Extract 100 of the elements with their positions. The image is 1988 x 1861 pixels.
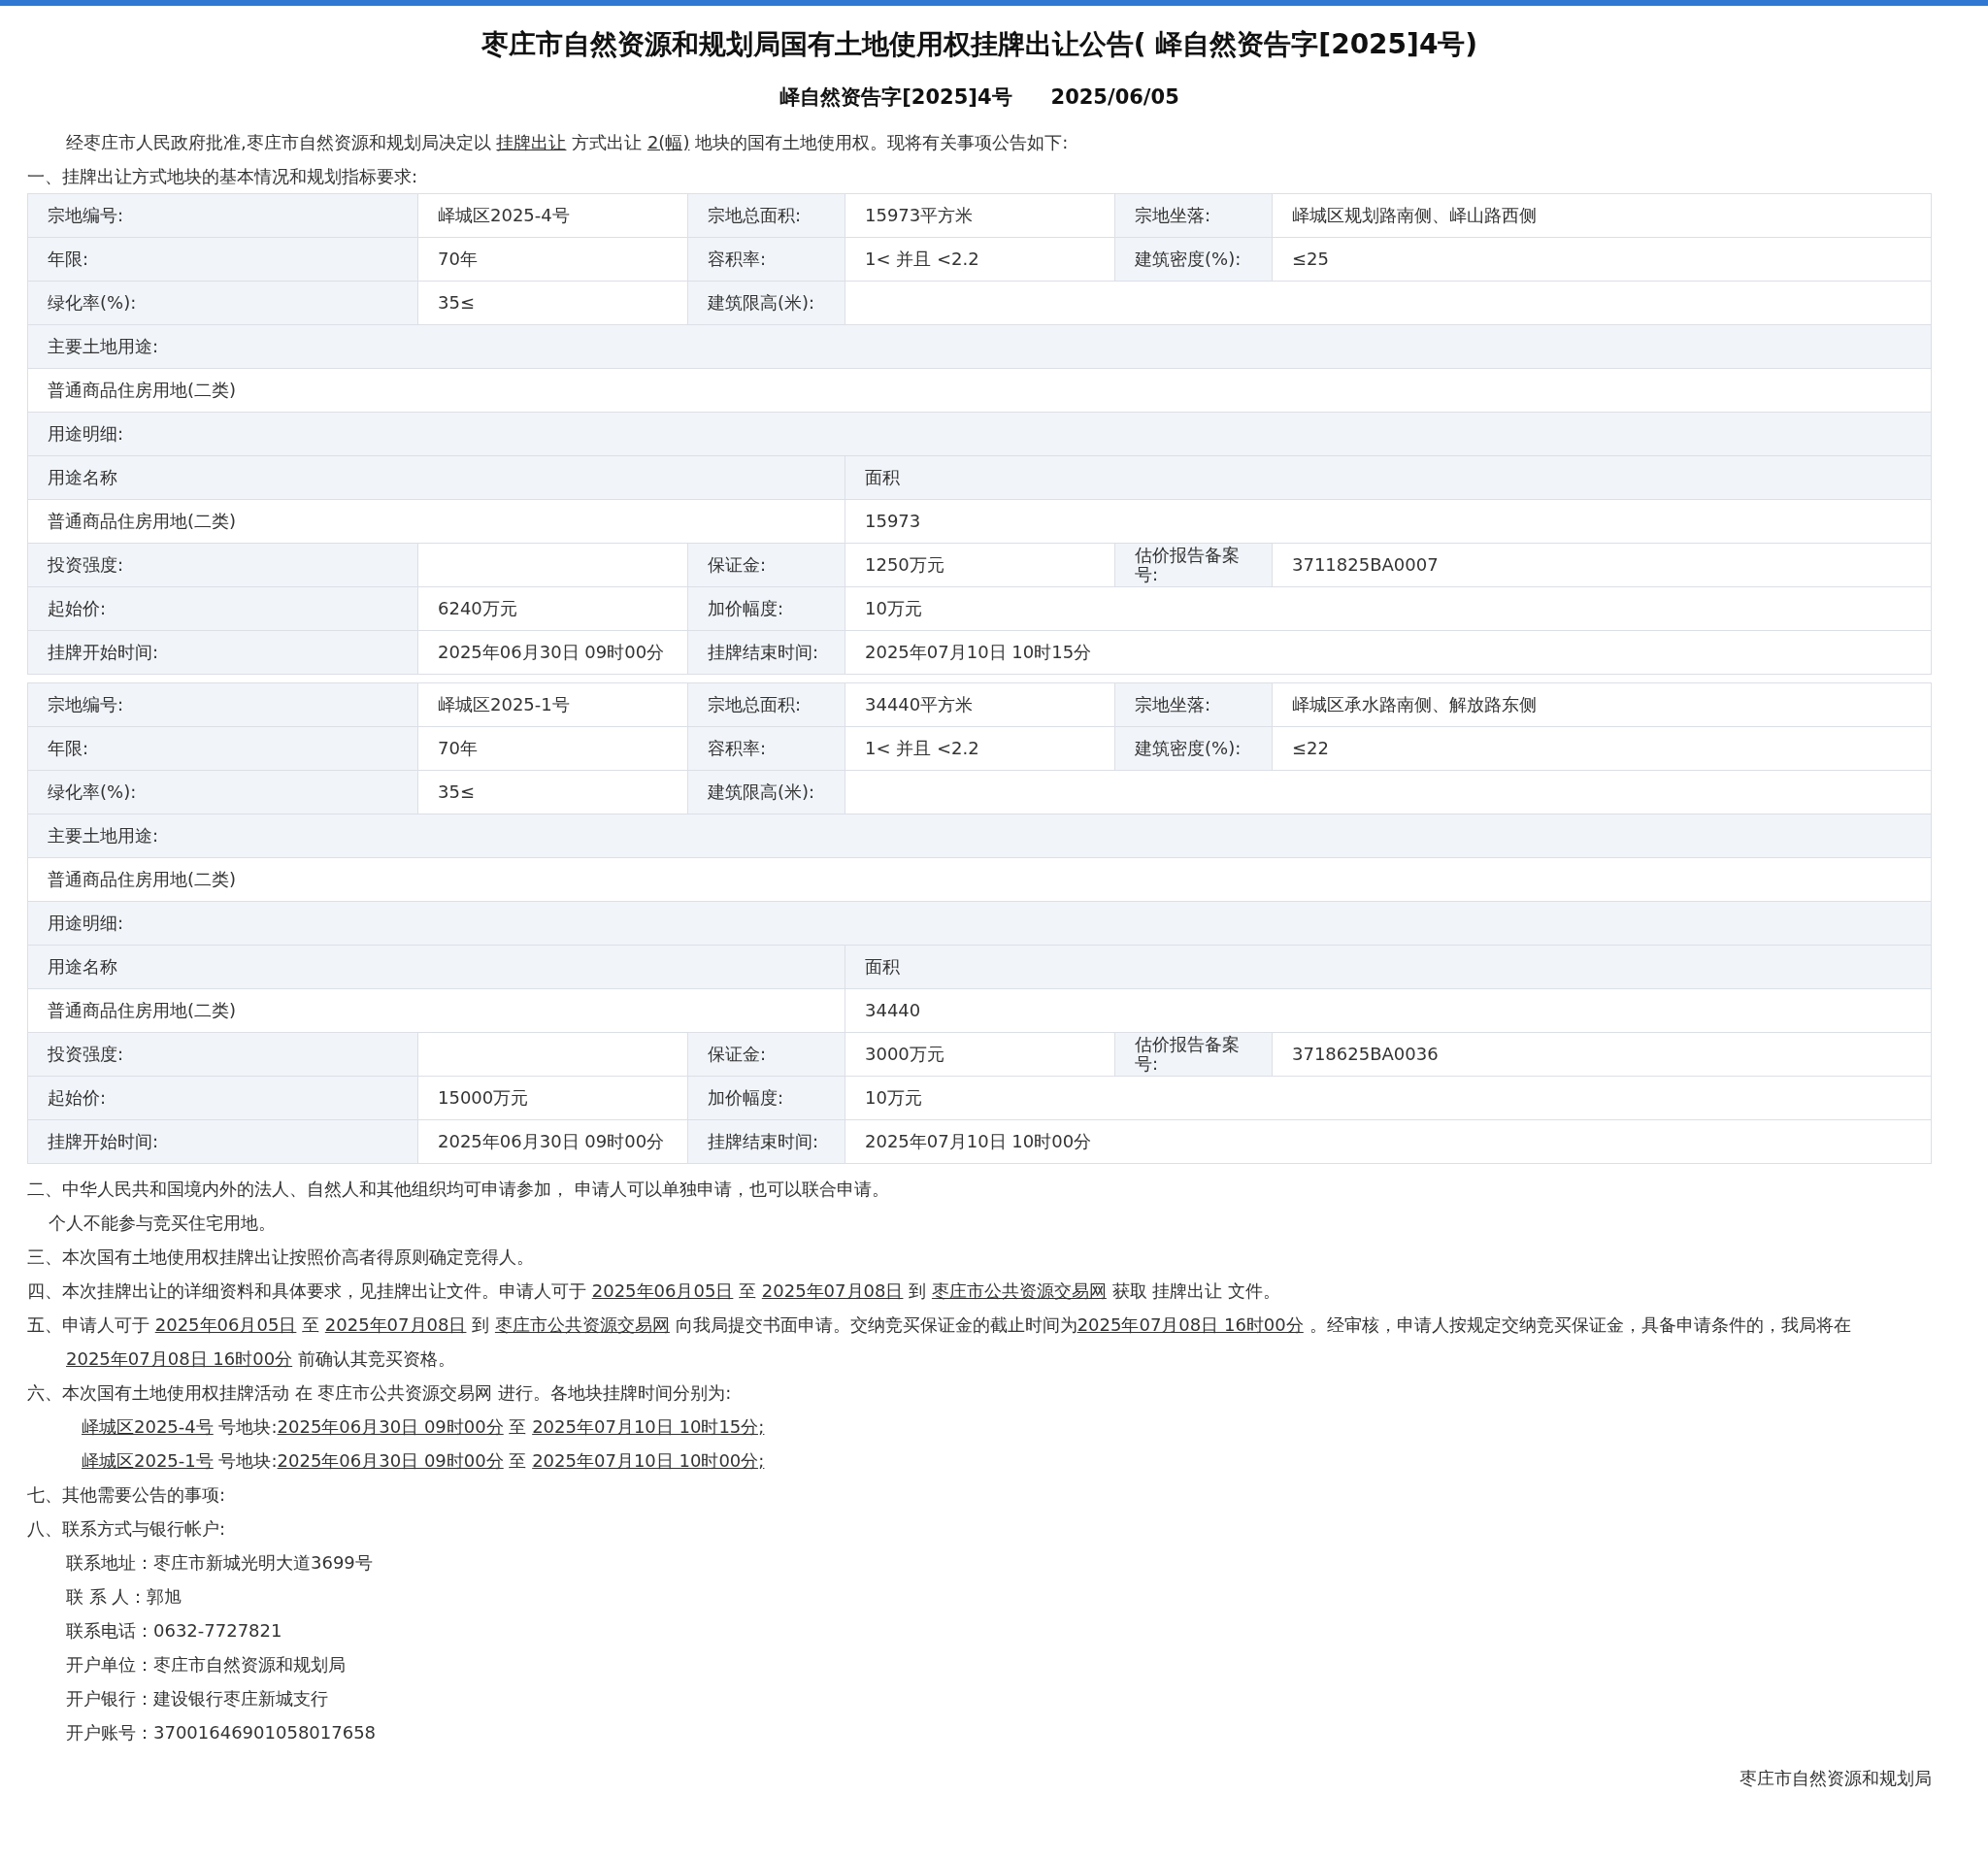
paragraph: 七、其他需要公告的事项: [27, 1483, 227, 1507]
field-label: 用途名称 [27, 455, 845, 500]
document-number: 峄自然资告字[2025]4号 [779, 84, 1012, 111]
paragraph: 个人不能参与竞买住宅用地。 [48, 1212, 277, 1235]
paragraph: 八、联系方式与银行帐户: [27, 1517, 227, 1541]
field-label: 用途明细: [27, 901, 1932, 946]
link[interactable]: 2025年07月08日 [761, 1280, 904, 1301]
field-label: 保证金: [687, 543, 845, 587]
field-value: 15000万元 [417, 1076, 688, 1120]
field-value: 70年 [417, 237, 688, 282]
field-value: 15973 [845, 499, 1932, 544]
field-label: 建筑限高(米): [687, 770, 845, 814]
field-label: 主要土地用途: [27, 324, 1932, 369]
link[interactable]: 2025年06月30日 09时00分 [277, 1450, 504, 1471]
field-label: 起始价: [27, 586, 418, 631]
field-label: 挂牌开始时间: [27, 1119, 418, 1164]
paragraph: 峄城区2025-4号 号地块:2025年06月30日 09时00分 至 2025年07月10日 10时15分; [81, 1415, 766, 1439]
field-value: 普通商品住房用地(二类) [27, 499, 845, 544]
paragraph: 联 系 人：郭旭 [65, 1585, 183, 1609]
paragraph: 峄城区2025-1号 号地块:2025年06月30日 09时00分 至 2025年07月10日 10时00分; [81, 1449, 766, 1473]
field-value: 普通商品住房用地(二类) [27, 368, 1932, 413]
field-label: 建筑密度(%): [1114, 237, 1273, 282]
field-label: 投资强度: [27, 1032, 418, 1077]
field-value: 6240万元 [417, 586, 688, 631]
field-value: 35≤ [417, 770, 688, 814]
field-value: 峄城区2025-1号 [417, 682, 688, 727]
field-label: 宗地总面积: [687, 193, 845, 238]
field-value: 普通商品住房用地(二类) [27, 988, 845, 1033]
field-label: 宗地坐落: [1114, 682, 1273, 727]
field-value: 峄城区2025-4号 [417, 193, 688, 238]
field-label: 绿化率(%): [27, 770, 418, 814]
field-value: 10万元 [845, 586, 1932, 631]
link[interactable]: 2(幅) [646, 132, 690, 152]
field-value: 3000万元 [845, 1032, 1115, 1077]
paragraph: 二、中华人民共和国境内外的法人、自然人和其他组织均可申请参加， 申请人可以单独申请，也可以联合申请。 [27, 1178, 890, 1201]
field-value: 70年 [417, 726, 688, 771]
field-label: 投资强度: [27, 543, 418, 587]
field-label: 容积率: [687, 726, 845, 771]
field-label: 用途明细: [27, 412, 1932, 456]
paragraph: 联系地址：枣庄市新城光明大道3699号 [65, 1551, 374, 1575]
field-value: 1< 并且 <2.2 [845, 726, 1115, 771]
paragraph: 六、本次国有土地使用权挂牌活动 在 枣庄市公共资源交易网 进行。各地块挂牌时间分别为: [27, 1381, 733, 1405]
link[interactable]: 挂牌出让 [496, 132, 567, 152]
field-value: 1< 并且 <2.2 [845, 237, 1115, 282]
field-value: 1250万元 [845, 543, 1115, 587]
link[interactable]: 枣庄市公共资源交易网 [931, 1280, 1107, 1301]
field-value: 3718625BA0036 [1272, 1032, 1932, 1077]
field-value: 2025年07月10日 10时00分 [845, 1119, 1932, 1164]
field-value: 2025年06月30日 09时00分 [417, 1119, 688, 1164]
field-label: 宗地编号: [27, 682, 418, 727]
field-label: 面积 [845, 455, 1932, 500]
field-label: 建筑密度(%): [1114, 726, 1273, 771]
intro-paragraph: 经枣庄市人民政府批准,枣庄市自然资源和规划局决定以 挂牌出让 方式出让 2(幅) 地块的国有土地使用权。现将有关事项公告如下: [65, 131, 1070, 154]
field-label: 挂牌结束时间: [687, 1119, 845, 1164]
field-value: 峄城区规划路南侧、峄山路西侧 [1272, 193, 1932, 238]
field-label: 年限: [27, 726, 418, 771]
field-label: 宗地编号: [27, 193, 418, 238]
field-label: 起始价: [27, 1076, 418, 1120]
paragraph: 开户单位：枣庄市自然资源和规划局 [65, 1653, 347, 1677]
link[interactable]: 2025年07月08日 [324, 1314, 467, 1335]
field-label: 绿化率(%): [27, 281, 418, 325]
field-label: 挂牌结束时间: [687, 630, 845, 675]
link[interactable]: 枣庄市公共资源交易网 [494, 1314, 670, 1335]
field-value: ≤25 [1272, 237, 1932, 282]
link[interactable]: 2025年06月30日 09时00分 [277, 1416, 504, 1437]
field-value: 2025年06月30日 09时00分 [417, 630, 688, 675]
link[interactable]: 峄城区2025-1号 [82, 1450, 214, 1471]
field-value: ≤22 [1272, 726, 1932, 771]
field-value: 34440 [845, 988, 1932, 1033]
paragraph: 开户账号：37001646901058017658 [65, 1721, 378, 1745]
field-label: 挂牌开始时间: [27, 630, 418, 675]
signature: 枣庄市自然资源和规划局 [1739, 1767, 1932, 1790]
paragraph: 四、本次挂牌出让的详细资料和具体要求，见挂牌出让文件。申请人可于 2025年06月05日 至 2025年07月08日 到 枣庄市公共资源交易网 获取 挂牌出让 文件。 [27, 1279, 1282, 1303]
field-label: 年限: [27, 237, 418, 282]
publish-date: 2025/06/05 [1050, 84, 1179, 111]
field-label: 面积 [845, 945, 1932, 989]
field-label: 估价报告备案号: [1114, 543, 1273, 587]
link[interactable]: 2025年06月05日 [591, 1280, 734, 1301]
link[interactable]: 2025年06月05日 [154, 1314, 297, 1335]
field-value: 普通商品住房用地(二类) [27, 857, 1932, 902]
field-value: 34440平方米 [845, 682, 1115, 727]
paragraph: 三、本次国有土地使用权挂牌出让按照价高者得原则确定竞得人。 [27, 1246, 535, 1269]
section-heading: 一、挂牌出让方式地块的基本情况和规划指标要求: [27, 165, 419, 188]
field-label: 宗地坐落: [1114, 193, 1273, 238]
field-label: 宗地总面积: [687, 682, 845, 727]
paragraph: 开户银行：建设银行枣庄新城支行 [65, 1687, 329, 1711]
notice-title: 枣庄市自然资源和规划局国有土地使用权挂牌出让公告( 峄自然资告字[2025]4号) [480, 27, 1479, 62]
link[interactable]: 峄城区2025-4号 [82, 1416, 214, 1437]
field-value: 10万元 [845, 1076, 1932, 1120]
link[interactable]: 2025年07月08日 16时00分 [1077, 1314, 1304, 1335]
link[interactable]: 2025年07月10日 10时00分; [532, 1450, 765, 1471]
field-value: 35≤ [417, 281, 688, 325]
paragraph: 五、申请人可于 2025年06月05日 至 2025年07月08日 到 枣庄市公共资源交易网 向我局提交书面申请。交纳竞买保证金的截止时间为2025年07月08日 16时00分 。经审核，申请人按规定交纳竞买保证金，具备申请条件的，我局将在 2025年07月08日 16时00分 前确认其竞买资格。 [27, 1313, 1852, 1371]
field-value: 15973平方米 [845, 193, 1115, 238]
paragraph: 联系电话：0632-7727821 [65, 1619, 283, 1643]
field-label: 估价报告备案号: [1114, 1032, 1273, 1077]
link[interactable]: 2025年07月10日 10时15分; [532, 1416, 765, 1437]
field-value: 2025年07月10日 10时15分 [845, 630, 1932, 675]
field-label: 用途名称 [27, 945, 845, 989]
link[interactable]: 2025年07月08日 16时00分 [66, 1348, 293, 1369]
